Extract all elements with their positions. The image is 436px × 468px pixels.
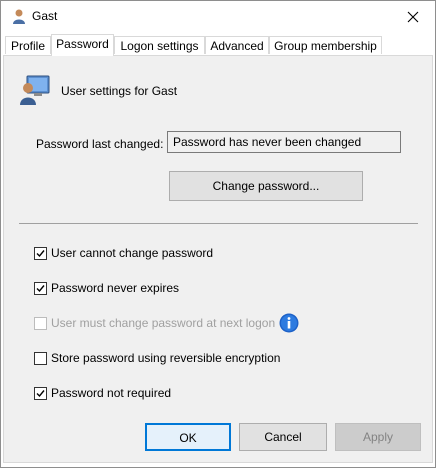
checkbox-label: User cannot change password: [51, 246, 214, 260]
tab-strip: Profile Password Logon settings Advanced…: [1, 34, 435, 56]
checkbox[interactable]: [34, 351, 47, 365]
close-icon: [407, 11, 418, 22]
cancel-button[interactable]: Cancel: [239, 423, 327, 451]
checkbox[interactable]: [34, 386, 47, 400]
dialog-window: Gast Profile Password Logon settings Adv…: [0, 0, 436, 468]
checkbox-label: Store password using reversible encrypti…: [51, 351, 281, 365]
password-last-changed-label: Password last changed:: [36, 137, 164, 151]
option-password-not-required[interactable]: Password not required: [34, 385, 171, 401]
password-last-changed-field: Password has never been changed: [167, 131, 401, 153]
checkbox[interactable]: [34, 281, 47, 295]
check-icon: [36, 284, 45, 292]
option-must-change-at-next-logon: User must change password at next logon: [34, 315, 275, 331]
checkbox-label: Password not required: [51, 386, 172, 400]
tab-logon-settings[interactable]: Logon settings: [114, 36, 205, 54]
checkbox-label: Password never expires: [51, 281, 180, 295]
checkbox-label: User must change password at next logon: [51, 316, 276, 330]
option-password-never-expires[interactable]: Password never expires: [34, 280, 179, 296]
user-monitor-icon: [20, 75, 50, 105]
tab-profile[interactable]: Profile: [5, 36, 51, 54]
separator: [19, 223, 418, 224]
user-icon: [13, 9, 25, 24]
info-icon[interactable]: [279, 313, 299, 333]
user-settings-heading: User settings for Gast: [61, 84, 178, 98]
title-bar[interactable]: Gast: [1, 1, 435, 32]
ok-button[interactable]: OK: [145, 423, 231, 451]
checkbox: [34, 316, 47, 330]
tab-advanced[interactable]: Advanced: [205, 36, 269, 54]
option-user-cannot-change-password[interactable]: User cannot change password: [34, 245, 213, 261]
window-title: Gast: [32, 9, 58, 23]
checkbox[interactable]: [34, 246, 47, 260]
close-button[interactable]: [390, 1, 435, 32]
apply-button[interactable]: Apply: [335, 423, 421, 451]
option-store-reversible-encryption[interactable]: Store password using reversible encrypti…: [34, 350, 280, 366]
check-icon: [36, 389, 45, 397]
tab-password[interactable]: Password: [51, 34, 114, 56]
change-password-button[interactable]: Change password...: [169, 171, 363, 201]
tab-group-membership[interactable]: Group membership: [269, 36, 382, 54]
check-icon: [36, 249, 45, 257]
